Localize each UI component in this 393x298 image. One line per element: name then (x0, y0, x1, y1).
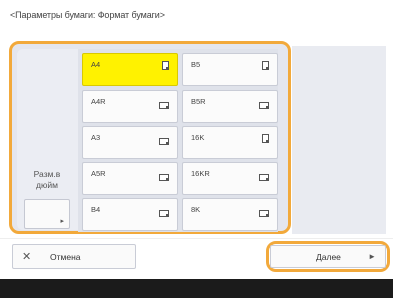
play-arrow-icon: ► (368, 252, 376, 261)
paper-size-a4r[interactable]: A4R (82, 90, 178, 123)
paper-size-label: 16KR (191, 169, 210, 178)
inch-sizes-button[interactable]: ▸ (24, 199, 70, 229)
portrait-orientation-icon (262, 61, 269, 70)
landscape-orientation-icon (159, 170, 169, 181)
inch-sizes-label-line2: дюйм (36, 180, 58, 190)
paper-size-16kr[interactable]: 16KR (182, 162, 278, 195)
paper-size-label: A4 (91, 60, 101, 69)
landscape-orientation-icon (259, 170, 269, 181)
expand-arrow-icon: ▸ (60, 218, 64, 225)
paper-size-label: A4R (91, 97, 106, 106)
status-bar (0, 279, 393, 298)
divider (0, 238, 393, 239)
paper-size-b4[interactable]: B4 (82, 198, 178, 231)
landscape-orientation-icon (159, 98, 169, 109)
paper-size-label: B5 (191, 60, 201, 69)
paper-size-8k[interactable]: 8K (182, 198, 278, 231)
cancel-button[interactable]: ✕ Отмена (12, 244, 136, 269)
inch-sizes-column: Разм.в дюйм ▸ (17, 49, 79, 230)
inch-sizes-label: Разм.в дюйм (25, 169, 69, 191)
portrait-orientation-icon (162, 61, 169, 70)
paper-size-a4[interactable]: A4 (82, 53, 178, 86)
portrait-orientation-icon (262, 134, 269, 143)
paper-size-16k[interactable]: 16K (182, 126, 278, 159)
paper-size-label: A3 (91, 133, 101, 142)
paper-size-label: B5R (191, 97, 206, 106)
landscape-orientation-icon (259, 98, 269, 109)
paper-size-label: 8K (191, 205, 201, 214)
paper-size-grid: A4 B5 A4R B5R A3 16K A5R 16KR B4 8K (78, 49, 278, 232)
next-button[interactable]: Далее ► (270, 245, 386, 268)
side-panel (292, 46, 386, 234)
cancel-button-label: Отмена (50, 252, 81, 262)
paper-size-a3[interactable]: A3 (82, 126, 178, 159)
paper-size-a5r[interactable]: A5R (82, 162, 178, 195)
landscape-orientation-icon (159, 134, 169, 145)
landscape-orientation-icon (259, 206, 269, 217)
page-title: <Параметры бумаги: Формат бумаги> (10, 10, 165, 20)
paper-size-panel: Разм.в дюйм ▸ A4 B5 A4R B5R A3 16K A5R 1… (9, 41, 291, 234)
paper-size-label: A5R (91, 169, 106, 178)
close-icon: ✕ (22, 251, 32, 263)
paper-size-label: 16K (191, 133, 205, 142)
next-button-label: Далее (316, 252, 341, 262)
inch-sizes-label-line1: Разм.в (33, 169, 61, 179)
paper-size-label: B4 (91, 205, 101, 214)
paper-size-b5[interactable]: B5 (182, 53, 278, 86)
landscape-orientation-icon (159, 206, 169, 217)
paper-size-b5r[interactable]: B5R (182, 90, 278, 123)
